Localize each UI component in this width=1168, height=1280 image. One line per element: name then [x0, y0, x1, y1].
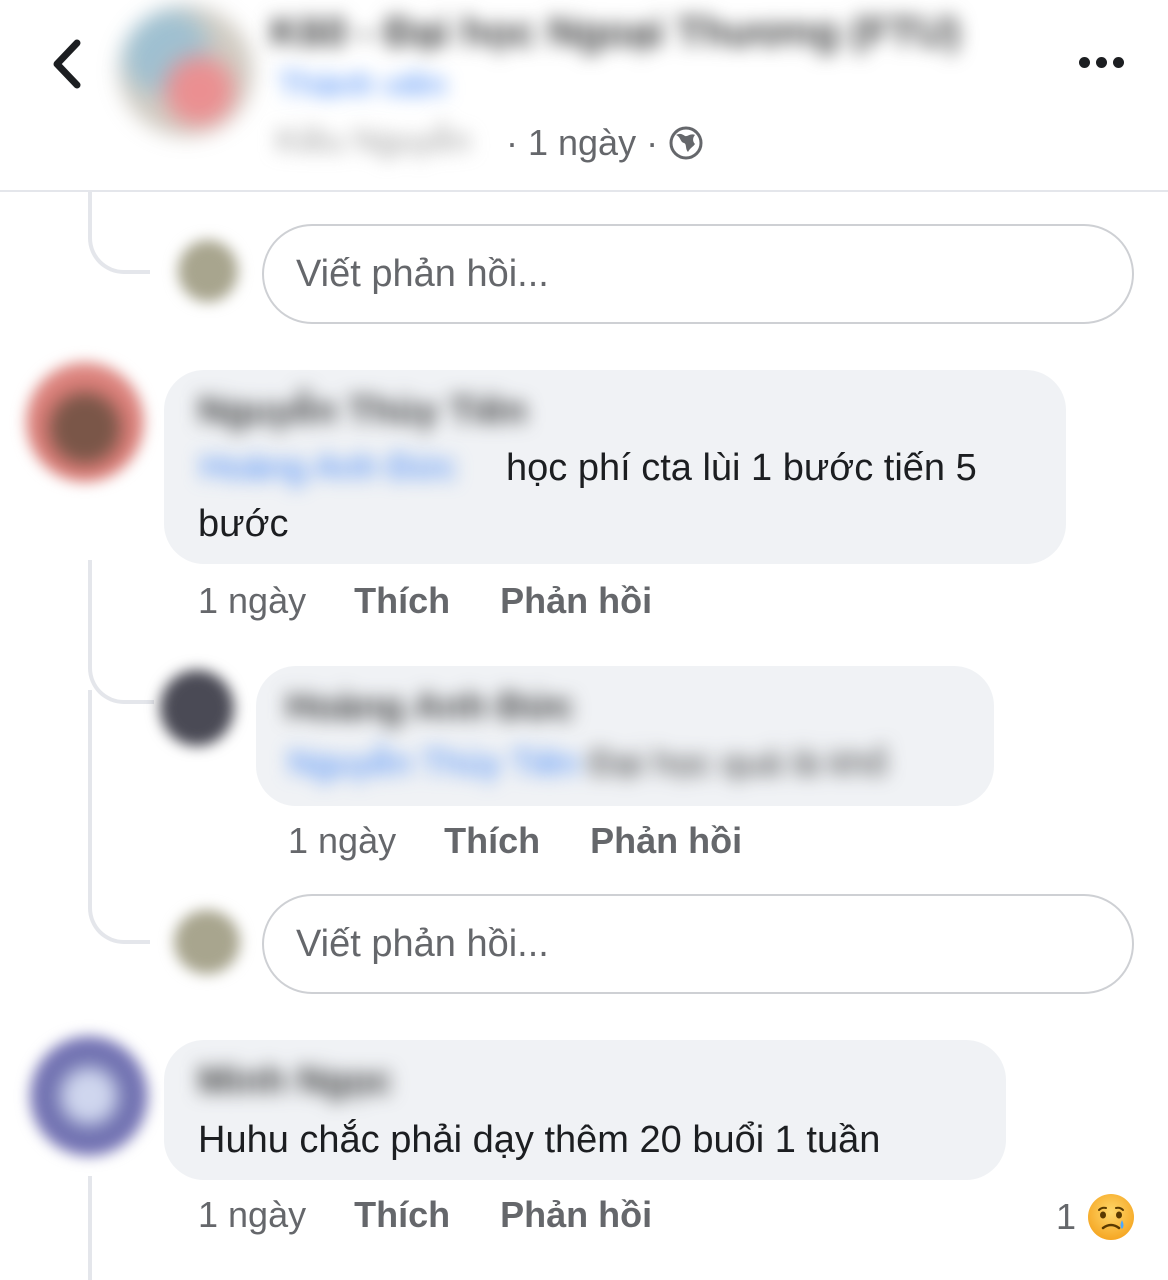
current-user-avatar	[178, 240, 238, 302]
reply-input[interactable]	[262, 894, 1134, 994]
comment-text: học phí cta lùi 1 bước tiến 5	[506, 447, 977, 489]
comment-author[interactable]: Nguyễn Thùy Tiên	[198, 390, 527, 433]
comment-body: Đại học quá là khổ	[589, 742, 888, 783]
post-time: · 1 ngày ·	[506, 122, 659, 163]
comment-time: 1 ngày	[198, 1194, 307, 1235]
reply-button[interactable]: Phản hồi	[590, 820, 742, 862]
commenter-avatar[interactable]	[30, 1036, 148, 1156]
back-button[interactable]	[42, 34, 92, 94]
reaction-count: 1	[1056, 1196, 1077, 1237]
comment-mention[interactable]: Nguyễn Thùy Tiên	[288, 742, 580, 783]
more-options-button[interactable]	[1066, 40, 1136, 84]
comment-actions: 1 ngày Thích Phản hồi	[288, 820, 792, 862]
post-header: K60 - Đại học Ngoại Thương (FTU) Thành v…	[0, 0, 1168, 192]
comment-actions: 1 ngày Thích Phản hồi	[198, 1194, 702, 1236]
globe-icon	[669, 126, 703, 160]
chevron-left-icon	[53, 39, 81, 89]
comment-text: Huhu chắc phải dạy thêm 20 buổi 1 tuần	[198, 1119, 881, 1161]
comment-mention[interactable]: Hoàng Anh Đức	[200, 446, 456, 488]
reply-button[interactable]: Phản hồi	[500, 580, 652, 622]
reaction-summary[interactable]: 1	[1056, 1192, 1136, 1242]
comment-time: 1 ngày	[198, 580, 307, 621]
comment-author[interactable]: Minh Ngọc	[198, 1060, 392, 1103]
more-dot-icon	[1112, 56, 1124, 68]
post-meta: · 1 ngày ·	[506, 122, 704, 164]
thread-connector	[88, 1176, 92, 1280]
more-dot-icon	[1095, 56, 1107, 68]
more-dot-icon	[1078, 56, 1090, 68]
group-member-badge: Thành viên	[278, 66, 447, 104]
like-button[interactable]: Thích	[354, 580, 450, 622]
comment-actions: 1 ngày Thích Phản hồi	[198, 580, 702, 622]
commenter-avatar[interactable]	[160, 670, 234, 746]
reply-input[interactable]	[262, 224, 1134, 324]
commenter-avatar[interactable]	[26, 362, 144, 482]
current-user-avatar	[174, 910, 240, 974]
thread-connector	[88, 690, 150, 944]
sad-emoji-icon	[1088, 1194, 1135, 1240]
reply-button[interactable]: Phản hồi	[500, 1194, 652, 1236]
group-avatar[interactable]	[118, 5, 254, 137]
like-button[interactable]: Thích	[444, 820, 540, 862]
poster-name[interactable]: Kiều Nguyễn	[276, 122, 471, 161]
comment-author[interactable]: Hoàng Anh Đức	[286, 686, 574, 729]
thread-connector	[88, 190, 150, 274]
comment-text-continued: bước	[198, 503, 289, 545]
comment-time: 1 ngày	[288, 820, 397, 861]
group-name[interactable]: K60 - Đại học Ngoại Thương (FTU)	[270, 8, 960, 56]
thread-connector	[88, 560, 154, 704]
like-button[interactable]: Thích	[354, 1194, 450, 1236]
comment-text: Nguyễn Thùy Tiên Đại học quá là khổ	[288, 742, 888, 784]
